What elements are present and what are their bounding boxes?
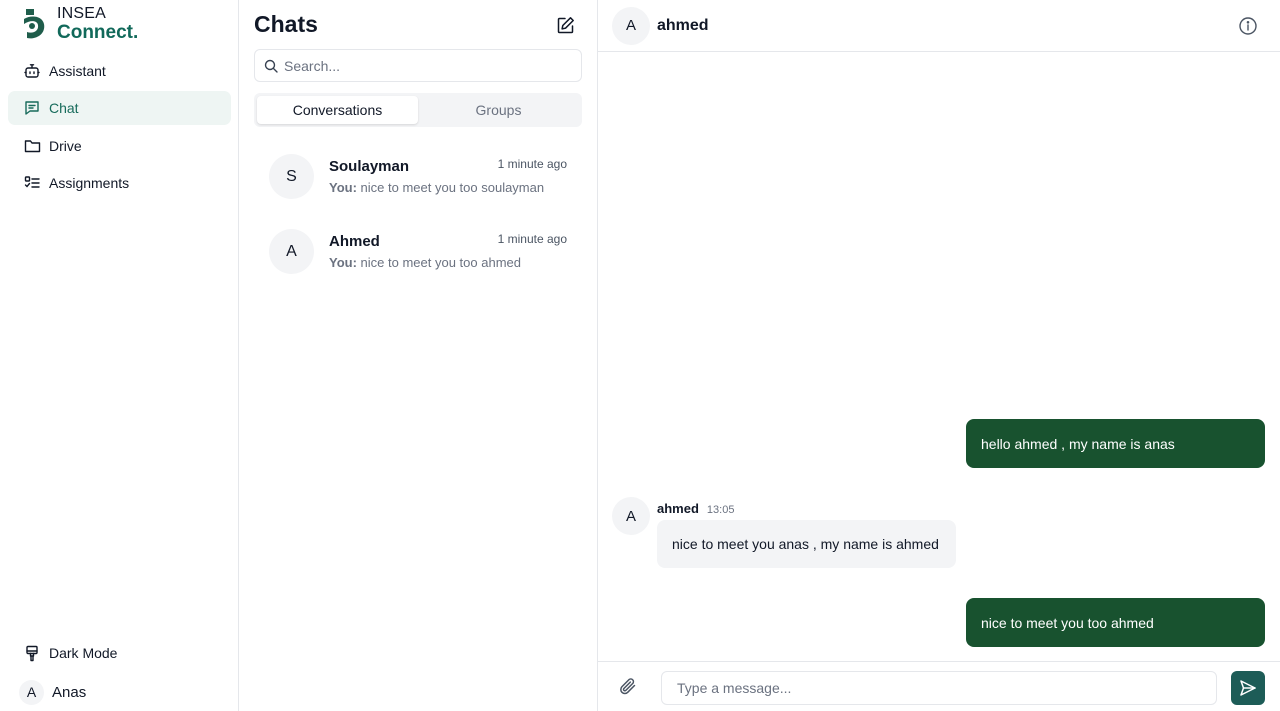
sidebar-item-chat[interactable]: Chat: [8, 91, 231, 126]
avatar: A: [19, 679, 44, 705]
dark-mode-toggle[interactable]: Dark Mode: [8, 636, 231, 670]
conversation-preview: You: nice to meet you too ahmed: [329, 255, 567, 270]
chat-tabs: Conversations Groups: [254, 93, 582, 127]
logo-mark-icon: [24, 9, 45, 39]
preview-text: nice to meet you too soulayman: [360, 180, 545, 195]
app-logo[interactable]: INSEA Connect.: [20, 6, 138, 42]
message-square-icon: [23, 99, 41, 117]
chat-list-panel: Chats Conversations Groups S Soulayman Y…: [239, 0, 598, 711]
paintbrush-icon: [23, 644, 41, 662]
user-profile[interactable]: A Anas: [8, 673, 231, 711]
sidebar-item-label: Assistant: [49, 63, 106, 79]
sidebar-footer: Dark Mode A Anas: [8, 636, 231, 711]
message-outgoing: nice to meet you too ahmed: [966, 598, 1265, 647]
message-composer: [598, 661, 1280, 711]
sidebar-item-drive[interactable]: Drive: [8, 129, 231, 163]
search-input[interactable]: [284, 57, 564, 74]
message-bubble: nice to meet you anas , my name is ahmed: [657, 520, 956, 568]
logo-title: INSEA: [57, 5, 107, 22]
sidebar-item-assignments[interactable]: Assignments: [8, 166, 231, 200]
message-outgoing: hello ahmed , my name is anas: [966, 419, 1265, 468]
robot-icon: [23, 62, 41, 80]
tab-conversations[interactable]: Conversations: [257, 96, 418, 124]
search-box: [254, 49, 582, 82]
message-input[interactable]: [661, 671, 1217, 705]
search-icon: [264, 59, 278, 73]
preview-prefix: You:: [329, 180, 357, 195]
conversation-preview: You: nice to meet you too soulayman: [329, 180, 567, 195]
folder-icon: [23, 137, 41, 155]
conversation-time: 1 minute ago: [497, 157, 567, 171]
info-button[interactable]: [1238, 16, 1258, 36]
new-chat-button[interactable]: [554, 14, 576, 36]
info-icon: [1239, 17, 1257, 35]
preview-text: nice to meet you too ahmed: [360, 255, 521, 270]
user-name: Anas: [52, 683, 87, 701]
sidebar-nav: Assistant Chat Drive Assignments: [8, 54, 231, 203]
conversation-list: S Soulayman You: nice to meet you too so…: [254, 139, 582, 289]
message-time: 13:05: [706, 504, 735, 516]
conversation-panel: A ahmed hello ahmed , my name is anas A …: [598, 0, 1280, 711]
sidebar-item-label: Chat: [49, 100, 79, 117]
tab-groups[interactable]: Groups: [418, 96, 579, 124]
send-icon: [1240, 680, 1256, 696]
avatar: A: [612, 497, 650, 535]
dark-mode-label: Dark Mode: [49, 645, 118, 661]
contact-name: ahmed: [657, 16, 709, 34]
preview-prefix: You:: [329, 255, 357, 270]
conversation-header: A ahmed: [598, 0, 1280, 52]
message-sender: ahmed: [657, 501, 699, 516]
paperclip-icon: [620, 678, 636, 695]
attach-button[interactable]: [618, 676, 640, 698]
avatar: A: [612, 6, 650, 45]
list-todo-icon: [23, 174, 41, 192]
send-button[interactable]: [1231, 671, 1265, 705]
logo-subtitle: Connect.: [57, 22, 139, 43]
sidebar: INSEA Connect. Assistant Chat Drive Assi…: [0, 0, 239, 711]
avatar: S: [269, 154, 314, 199]
conversation-item-soulayman[interactable]: S Soulayman You: nice to meet you too so…: [254, 139, 582, 214]
conversation-item-ahmed[interactable]: A Ahmed You: nice to meet you too ahmed …: [254, 214, 582, 289]
sidebar-item-assistant[interactable]: Assistant: [8, 54, 231, 88]
avatar: A: [269, 229, 314, 274]
sidebar-item-label: Drive: [49, 137, 82, 154]
conversation-time: 1 minute ago: [497, 232, 567, 246]
edit-icon: [557, 16, 574, 33]
message-list: hello ahmed , my name is anas A ahmed 13:…: [598, 52, 1280, 660]
page-title: Chats: [254, 11, 318, 37]
sidebar-item-label: Assignments: [49, 174, 130, 191]
